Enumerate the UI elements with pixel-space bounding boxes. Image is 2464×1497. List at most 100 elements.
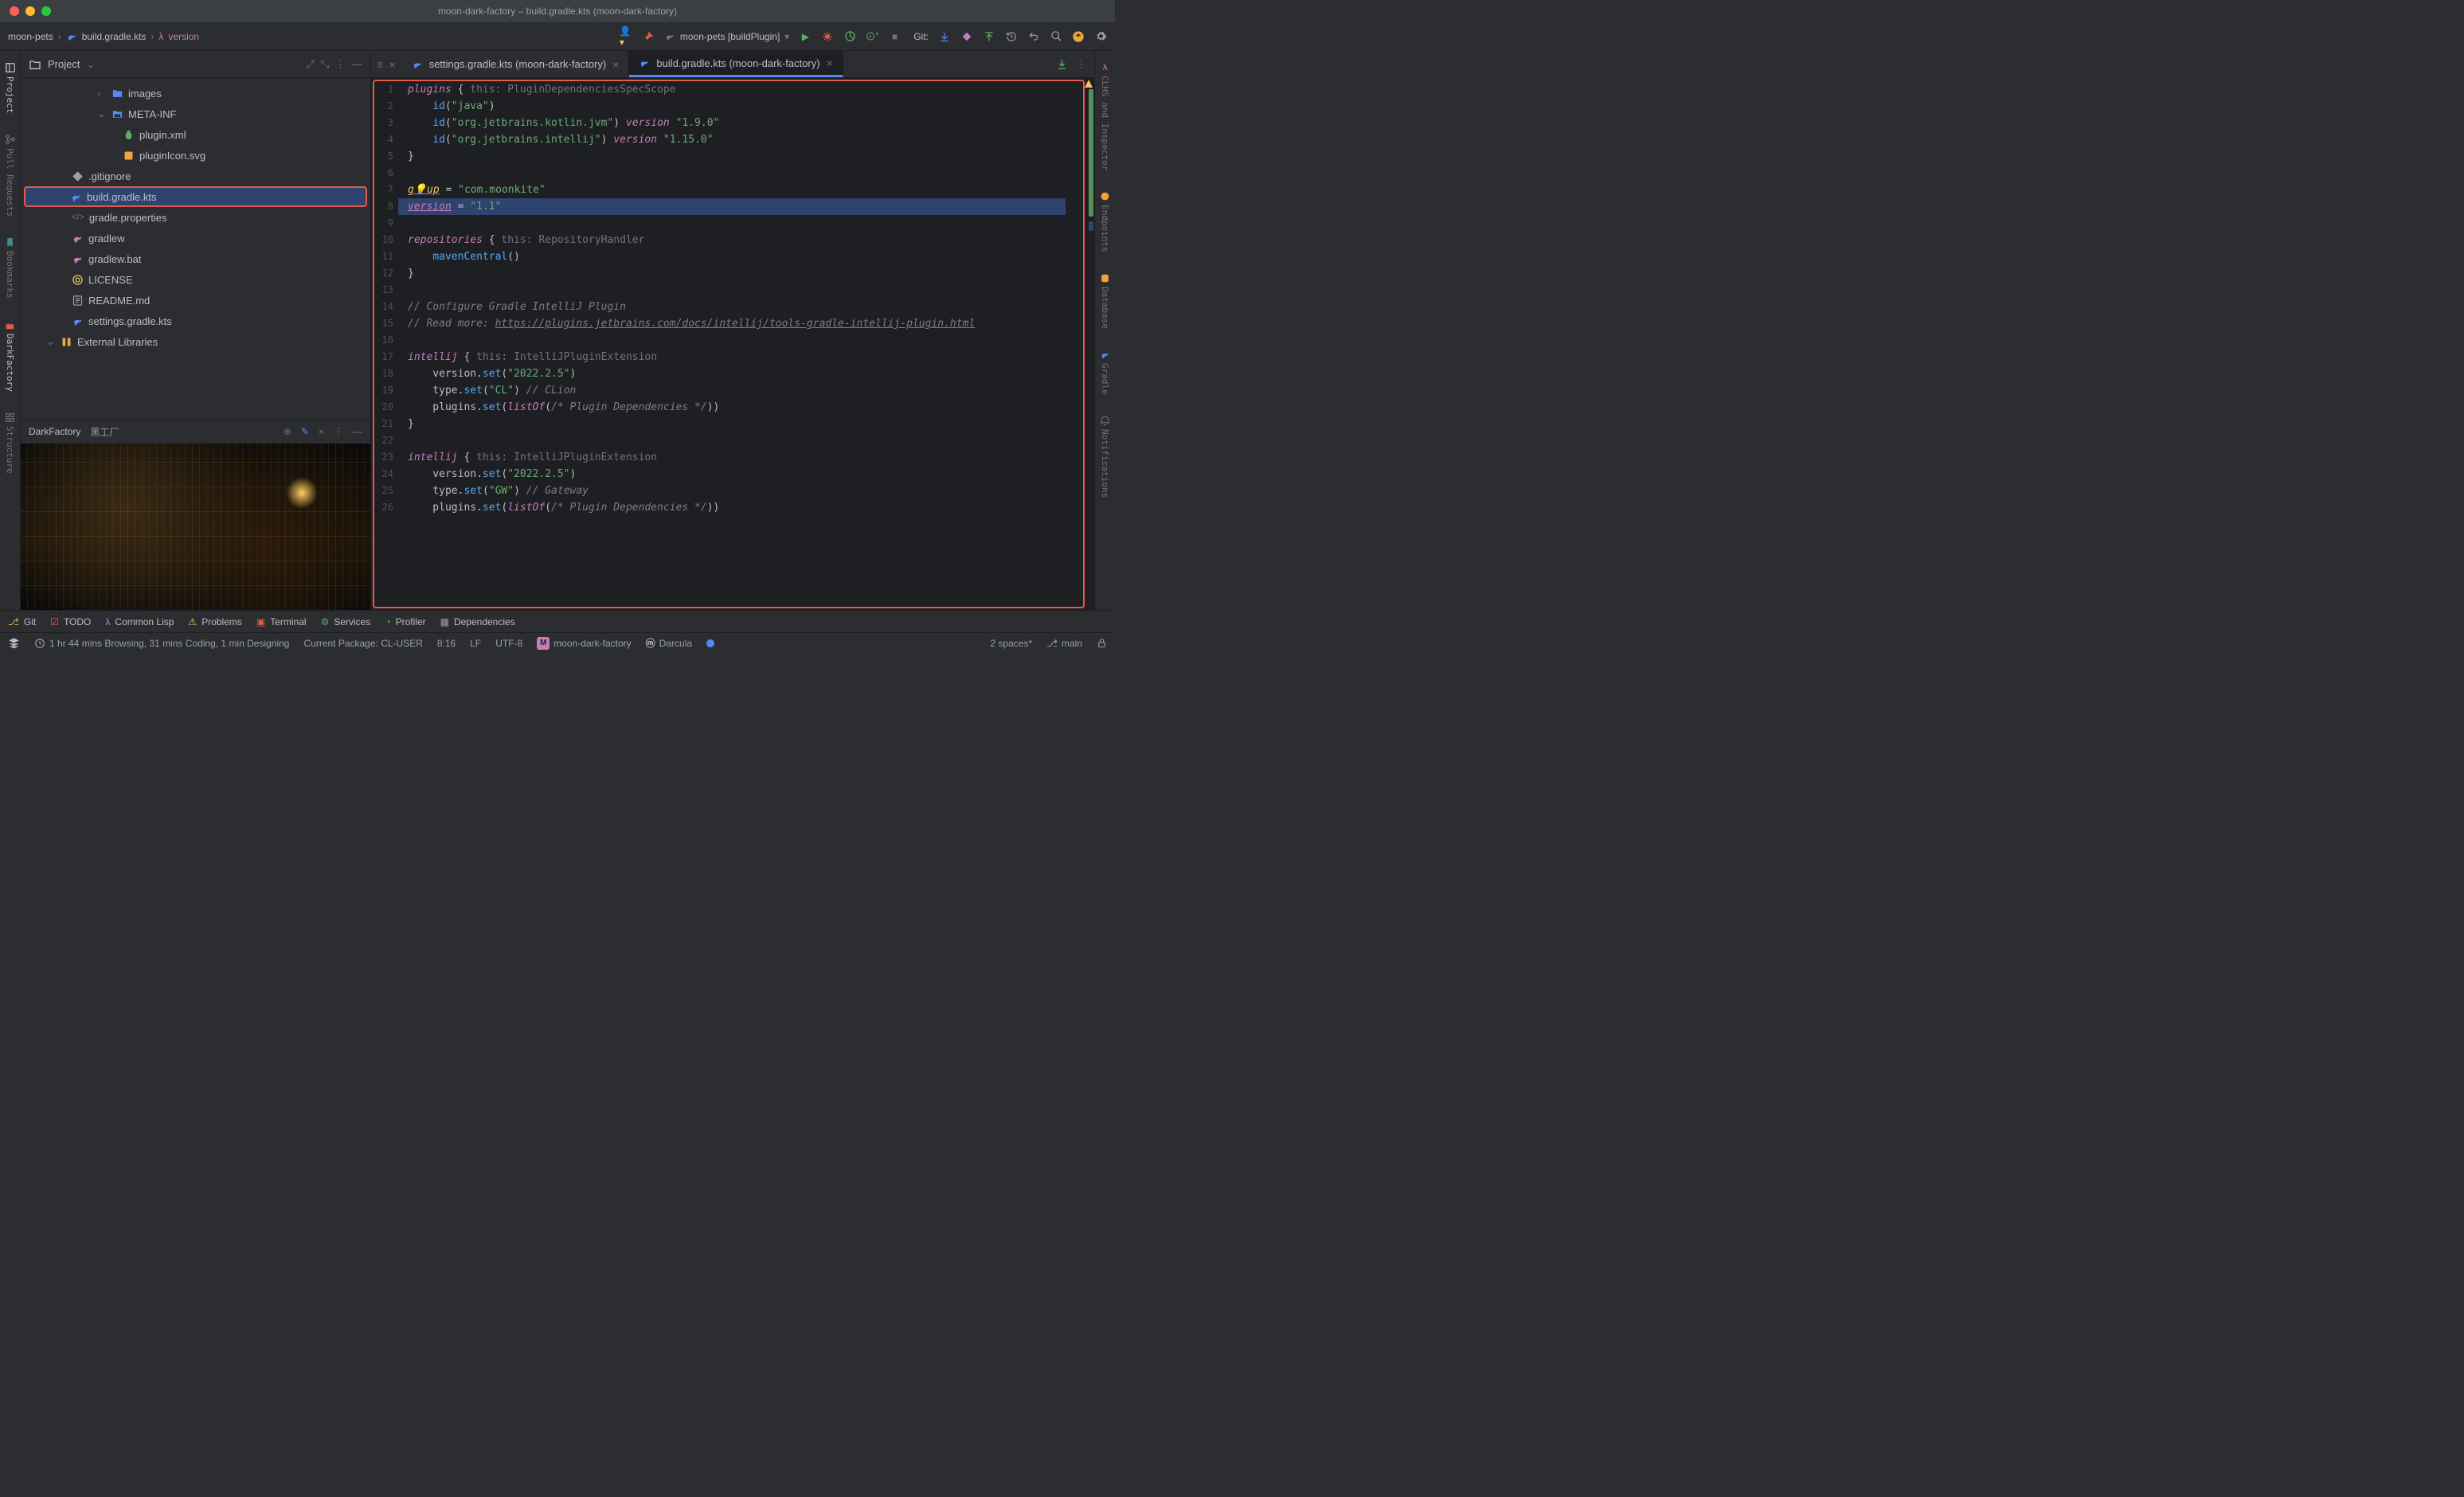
services-tool-button[interactable]: ⚙Services bbox=[321, 616, 371, 627]
tree-file-gradlewbat[interactable]: gradlew.bat bbox=[21, 248, 370, 269]
chevron-down-icon[interactable]: ⌄ bbox=[86, 58, 95, 71]
profile-button[interactable]: ▾ bbox=[866, 30, 878, 42]
profiler-tool-button[interactable]: ◔Profiler bbox=[385, 616, 425, 627]
wakatime-status[interactable]: 1 hr 44 mins Browsing, 31 mins Coding, 1… bbox=[34, 638, 289, 649]
user-icon[interactable]: 👤▾ bbox=[620, 25, 632, 48]
lisp-tool-button[interactable]: λCommon Lisp bbox=[105, 616, 174, 627]
more-icon[interactable]: ⋮ bbox=[334, 426, 343, 437]
folder-icon bbox=[29, 58, 41, 71]
coverage-button[interactable] bbox=[843, 30, 856, 42]
close-window-button[interactable] bbox=[10, 6, 19, 16]
line-number-gutter: 1234567891011121314151617181920212223242… bbox=[371, 78, 398, 610]
add-icon[interactable]: ⊕ bbox=[284, 426, 291, 437]
tree-folder-metainf[interactable]: ⌄META-INF bbox=[21, 104, 370, 124]
breadcrumb-symbol[interactable]: version bbox=[168, 31, 199, 42]
close-icon[interactable]: × bbox=[827, 57, 833, 69]
breadcrumb-file[interactable]: build.gradle.kts bbox=[82, 31, 147, 42]
close-icon[interactable]: × bbox=[389, 58, 396, 71]
code-editor[interactable]: plugins { this: PluginDependenciesSpecSc… bbox=[398, 78, 1085, 610]
tab-partial[interactable]: s× bbox=[371, 51, 402, 77]
tree-file-buildgradle[interactable]: build.gradle.kts bbox=[24, 186, 367, 207]
breadcrumb-root[interactable]: moon-pets bbox=[8, 31, 53, 42]
download-icon[interactable] bbox=[1056, 58, 1068, 70]
git-commit-icon[interactable] bbox=[960, 31, 973, 42]
editor-scroll-strip[interactable] bbox=[1085, 78, 1094, 610]
stop-button[interactable]: ■ bbox=[888, 31, 901, 42]
edit-icon[interactable]: ✎ bbox=[301, 426, 309, 437]
tree-file-pluginxml[interactable]: plugin.xml bbox=[21, 124, 370, 145]
ide-update-icon[interactable] bbox=[1072, 29, 1085, 44]
history-icon[interactable] bbox=[1005, 31, 1018, 42]
tree-file-settingsgradle[interactable]: settings.gradle.kts bbox=[21, 311, 370, 331]
tree-external-libraries[interactable]: ⌄External Libraries bbox=[21, 331, 370, 352]
tree-file-gitignore[interactable]: .gitignore bbox=[21, 166, 370, 186]
darkfactory-tool-button[interactable]: DarkFactory bbox=[5, 315, 16, 397]
theme-indicator[interactable]: ⓜDarcula bbox=[646, 636, 692, 650]
git-push-icon[interactable] bbox=[983, 31, 995, 42]
database-tool-button[interactable]: Database bbox=[1100, 268, 1110, 334]
hide-icon[interactable]: — bbox=[352, 58, 362, 70]
problems-tool-button[interactable]: ⚠Problems bbox=[188, 616, 241, 627]
line-separator[interactable]: LF bbox=[470, 638, 481, 649]
cursor-position[interactable]: 8:16 bbox=[437, 638, 456, 649]
tree-file-pluginicon[interactable]: pluginIcon.svg bbox=[21, 145, 370, 166]
minimize-window-button[interactable] bbox=[25, 6, 35, 16]
darkfactory-image bbox=[21, 444, 370, 610]
file-encoding[interactable]: UTF-8 bbox=[495, 638, 522, 649]
project-panel-header: Project ⌄ ⤢ ⤡ ⋮ — bbox=[21, 51, 370, 78]
indent-indicator[interactable]: 2 spaces* bbox=[990, 638, 1032, 649]
notifications-tool-button[interactable]: Notifications bbox=[1100, 411, 1110, 502]
hide-icon[interactable]: — bbox=[353, 426, 362, 437]
rollback-icon[interactable] bbox=[1027, 31, 1040, 42]
darkfactory-panel: DarkFactory 黑工厂 ⊕ ✎ × ⋮ — bbox=[21, 419, 370, 610]
project-tool-button[interactable]: Project bbox=[5, 57, 16, 118]
pull-requests-tool-button[interactable]: Pull Requests bbox=[5, 129, 16, 221]
more-icon[interactable]: ⋮ bbox=[1076, 58, 1086, 71]
layers-icon[interactable] bbox=[8, 637, 20, 649]
lock-icon[interactable] bbox=[1097, 638, 1107, 648]
run-configuration-selector[interactable]: moon-pets [buildPlugin] ▾ bbox=[664, 31, 789, 42]
tree-file-license[interactable]: LICENSE bbox=[21, 269, 370, 290]
git-branch[interactable]: ⎇main bbox=[1046, 638, 1082, 649]
maximize-window-button[interactable] bbox=[41, 6, 51, 16]
expand-icon[interactable]: ⤢ bbox=[306, 58, 314, 71]
terminal-tool-button[interactable]: ▣Terminal bbox=[256, 616, 307, 627]
status-dot[interactable] bbox=[706, 639, 714, 647]
tree-file-gradleprops[interactable]: </>gradle.properties bbox=[21, 207, 370, 228]
warning-marker-icon[interactable] bbox=[1085, 80, 1093, 88]
hammer-build-icon[interactable] bbox=[642, 30, 655, 43]
gradle-tool-button[interactable]: Gradle bbox=[1100, 345, 1110, 400]
more-icon[interactable]: ⋮ bbox=[335, 58, 346, 71]
todo-tool-button[interactable]: ☑TODO bbox=[50, 616, 91, 627]
tab-settings-gradle[interactable]: settings.gradle.kts (moon-dark-factory) … bbox=[402, 51, 630, 77]
git-tool-button[interactable]: ⎇Git bbox=[8, 616, 36, 627]
close-icon[interactable]: × bbox=[612, 58, 619, 71]
debug-button[interactable] bbox=[821, 31, 834, 42]
tab-build-gradle[interactable]: build.gradle.kts (moon-dark-factory) × bbox=[629, 51, 843, 77]
breadcrumb-sep: › bbox=[58, 31, 61, 42]
dependencies-tool-button[interactable]: ▦Dependencies bbox=[440, 616, 515, 627]
module-indicator[interactable]: Mmoon-dark-factory bbox=[537, 637, 631, 650]
project-sidebar: Project ⌄ ⤢ ⤡ ⋮ — ›images ⌄META-INF plug… bbox=[21, 51, 371, 610]
collapse-icon[interactable]: ⤡ bbox=[321, 58, 329, 71]
clhs-tool-button[interactable]: λ CLHS and Inspector bbox=[1100, 57, 1110, 175]
darkfactory-title: DarkFactory bbox=[29, 426, 80, 437]
close-icon[interactable]: × bbox=[319, 426, 324, 437]
window-title: moon-dark-factory – build.gradle.kts (mo… bbox=[438, 6, 677, 17]
structure-tool-button[interactable]: Structure bbox=[5, 408, 15, 479]
tree-file-gradlew[interactable]: gradlew bbox=[21, 228, 370, 248]
bookmarks-tool-button[interactable]: Bookmarks bbox=[5, 233, 15, 303]
endpoints-tool-button[interactable]: Endpoints bbox=[1100, 186, 1110, 257]
traffic-lights bbox=[10, 6, 51, 16]
tree-folder-images[interactable]: ›images bbox=[21, 83, 370, 104]
current-package[interactable]: Current Package: CL-USER bbox=[303, 638, 422, 649]
breadcrumb[interactable]: moon-pets › build.gradle.kts › λ version bbox=[8, 31, 199, 42]
run-button[interactable]: ▶ bbox=[799, 31, 812, 42]
project-panel-title[interactable]: Project bbox=[48, 58, 80, 70]
tree-file-readme[interactable]: README.md bbox=[21, 290, 370, 311]
settings-gear-icon[interactable] bbox=[1094, 30, 1107, 42]
git-update-icon[interactable] bbox=[938, 31, 951, 42]
search-icon[interactable] bbox=[1050, 30, 1062, 42]
project-tree[interactable]: ›images ⌄META-INF plugin.xml pluginIcon.… bbox=[21, 78, 370, 419]
bottom-tool-bar: ⎇Git ☑TODO λCommon Lisp ⚠Problems ▣Termi… bbox=[0, 610, 1115, 632]
